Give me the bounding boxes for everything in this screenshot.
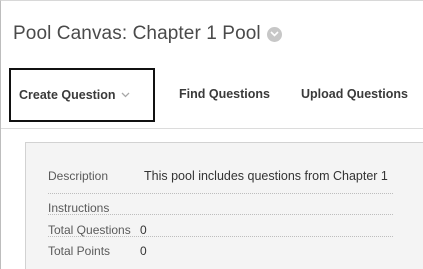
description-row: Description This pool includes questions… xyxy=(48,169,388,183)
instructions-row: Instructions xyxy=(48,201,109,215)
instructions-label: Instructions xyxy=(48,201,110,215)
total-points-label: Total Points xyxy=(48,244,111,258)
pool-info-panel: Description This pool includes questions… xyxy=(25,142,423,269)
toolbar-divider xyxy=(1,128,423,129)
create-question-button[interactable]: Create Question xyxy=(9,68,155,122)
total-points-row: Total Points 0 xyxy=(48,244,147,258)
page-header: Pool Canvas: Chapter 1 Pool xyxy=(13,23,282,45)
circle-chevron-down-icon[interactable] xyxy=(266,26,282,42)
total-questions-row: Total Questions 0 xyxy=(48,223,147,237)
description-label: Description xyxy=(48,169,109,183)
page-title: Pool Canvas: Chapter 1 Pool xyxy=(13,23,261,44)
total-questions-value: 0 xyxy=(140,223,147,237)
description-value: This pool includes questions from Chapte… xyxy=(144,169,388,183)
row-separator xyxy=(48,214,393,215)
total-questions-label: Total Questions xyxy=(48,223,131,237)
upload-questions-button[interactable]: Upload Questions xyxy=(301,73,408,115)
chevron-down-icon xyxy=(121,92,130,98)
pool-canvas-page: Pool Canvas: Chapter 1 Pool Create Quest… xyxy=(0,0,423,269)
row-separator xyxy=(48,236,393,237)
action-toolbar: Create Question Find Questions Upload Qu… xyxy=(1,68,423,122)
find-questions-button[interactable]: Find Questions xyxy=(179,73,270,115)
total-points-value: 0 xyxy=(140,244,147,258)
create-question-label: Create Question xyxy=(19,88,116,102)
row-separator xyxy=(48,193,393,194)
